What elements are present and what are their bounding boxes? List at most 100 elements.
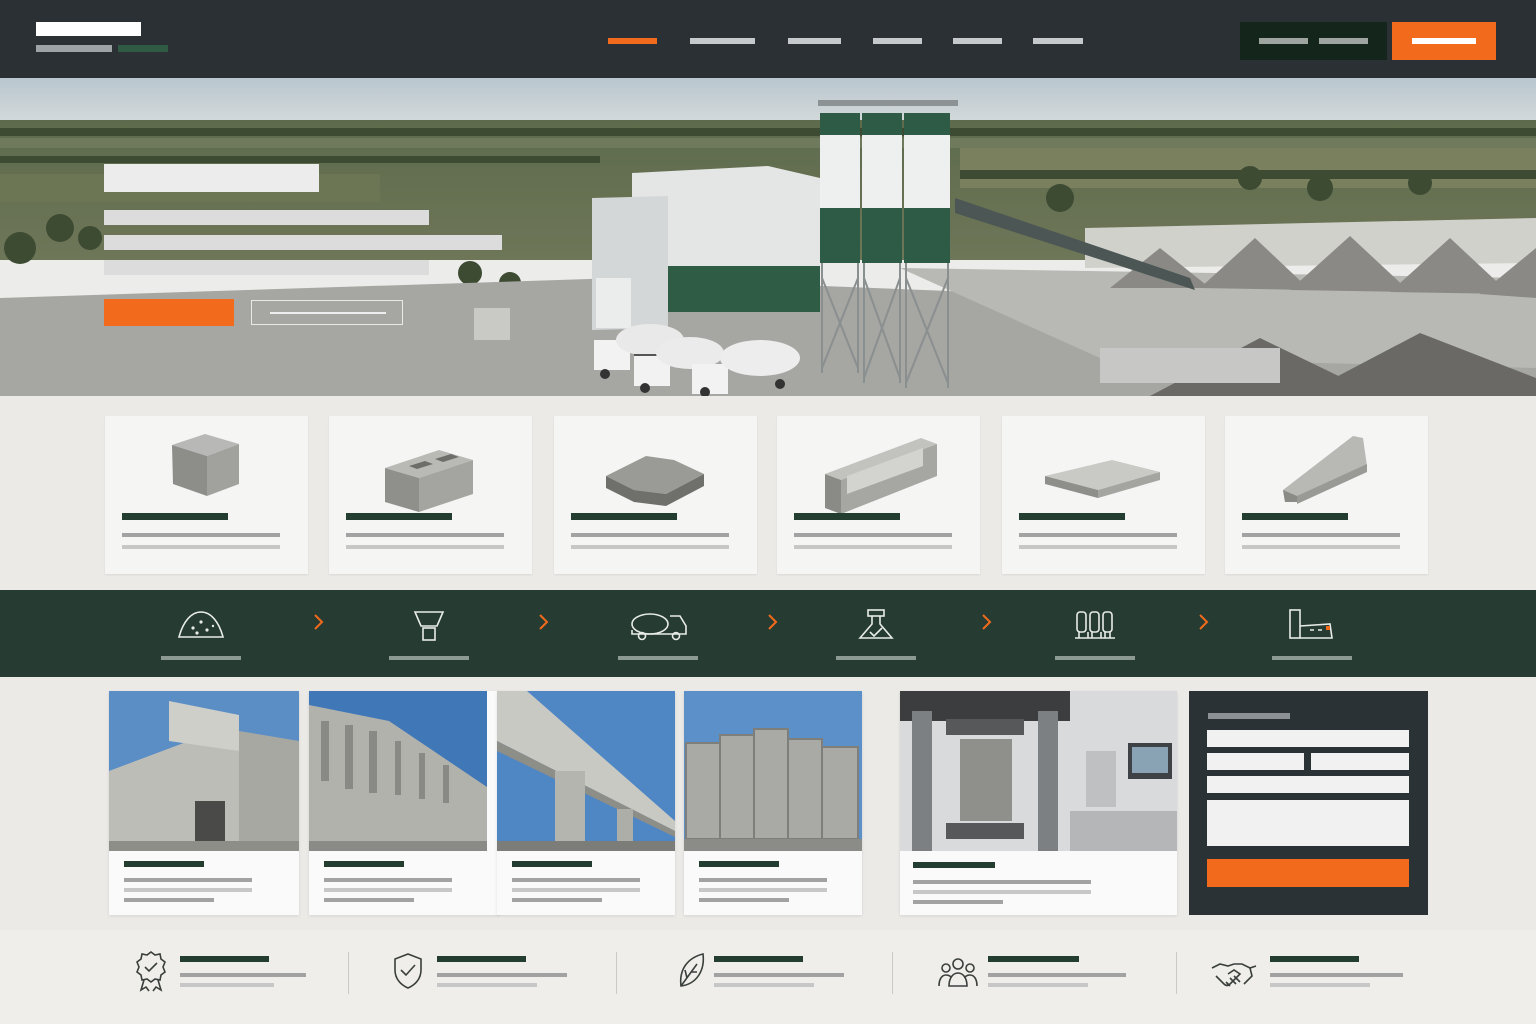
product-desc-2 xyxy=(571,545,729,549)
product-desc-1 xyxy=(1019,533,1177,537)
subject-field[interactable] xyxy=(1207,776,1409,793)
product-title xyxy=(122,513,228,520)
nav-item-6[interactable] xyxy=(1033,38,1083,44)
quote-button[interactable] xyxy=(1392,22,1496,60)
product-desc-1 xyxy=(1242,533,1400,537)
project-title xyxy=(512,861,592,867)
message-field[interactable] xyxy=(1207,800,1409,846)
project-desc-3 xyxy=(124,898,214,902)
product-title xyxy=(1019,513,1125,520)
concrete-building-photo xyxy=(109,691,299,851)
product-desc-1 xyxy=(122,533,280,537)
chevron-right-icon xyxy=(539,614,549,630)
project-desc-2 xyxy=(512,888,640,892)
lab-desc-1 xyxy=(913,880,1091,884)
plant-icon xyxy=(1289,609,1333,639)
process-step xyxy=(161,600,241,670)
product-card[interactable] xyxy=(105,416,308,574)
feature-desc-2 xyxy=(714,983,814,987)
phone-field[interactable] xyxy=(1207,753,1304,770)
hero-banner xyxy=(0,78,1536,396)
product-desc-1 xyxy=(346,533,504,537)
chevron-right-icon xyxy=(768,614,778,630)
u-channel-icon xyxy=(825,438,937,514)
feature-desc-1 xyxy=(714,973,844,977)
product-desc-2 xyxy=(346,545,504,549)
feature-title xyxy=(988,956,1079,962)
hero-secondary-button[interactable] xyxy=(251,300,403,325)
nav-item-1[interactable] xyxy=(608,38,657,44)
lab-desc-3 xyxy=(913,900,1003,904)
hollow-block-icon xyxy=(385,450,473,512)
logo-tagline xyxy=(36,45,112,52)
slab-icon xyxy=(1045,460,1160,498)
process-step-label xyxy=(836,656,916,660)
form-title xyxy=(1208,713,1290,719)
product-card[interactable] xyxy=(777,416,980,574)
process-step-label xyxy=(389,656,469,660)
project-desc-1 xyxy=(324,878,452,882)
process-step xyxy=(618,600,698,670)
project-title xyxy=(699,861,779,867)
divider xyxy=(348,952,349,994)
process-step xyxy=(836,600,916,670)
project-desc-2 xyxy=(124,888,252,892)
feature-desc-2 xyxy=(180,983,274,987)
product-card[interactable] xyxy=(554,416,757,574)
feature-title xyxy=(180,956,269,962)
submit-button[interactable] xyxy=(1207,859,1409,887)
feature-desc-1 xyxy=(1270,973,1403,977)
concrete-wall-panels-photo xyxy=(684,691,862,851)
project-card[interactable] xyxy=(109,691,299,915)
project-desc-3 xyxy=(324,898,414,902)
nav-item-4[interactable] xyxy=(873,38,922,44)
project-title xyxy=(324,861,404,867)
project-desc-1 xyxy=(512,878,640,882)
project-card[interactable] xyxy=(309,691,499,915)
project-card[interactable] xyxy=(684,691,862,915)
project-card[interactable] xyxy=(497,691,675,915)
feature-desc-2 xyxy=(988,983,1088,987)
process-step-label xyxy=(618,656,698,660)
process-step-label xyxy=(161,656,241,660)
concrete-cube-icon xyxy=(172,434,239,496)
compression-test-photo xyxy=(900,691,1177,851)
chevron-right-icon xyxy=(1199,614,1209,630)
hero-secondary-button-label xyxy=(270,312,386,314)
lab-testing-card[interactable] xyxy=(900,691,1177,915)
nav-item-3[interactable] xyxy=(788,38,841,44)
leaf-icon xyxy=(679,953,705,987)
product-desc-2 xyxy=(1019,545,1177,549)
chevron-right-icon xyxy=(982,614,992,630)
hero-headline xyxy=(104,164,319,192)
lab-title xyxy=(913,862,995,868)
product-card[interactable] xyxy=(1002,416,1205,574)
logo[interactable] xyxy=(34,20,170,56)
nav-item-2[interactable] xyxy=(690,38,755,44)
name-field[interactable] xyxy=(1207,730,1409,747)
mixer-truck-icon xyxy=(631,613,687,641)
product-title xyxy=(346,513,452,520)
hero-primary-button[interactable] xyxy=(104,299,234,326)
features-strip xyxy=(0,930,1536,1024)
feature-desc-2 xyxy=(1270,983,1370,987)
logo-tagline-accent xyxy=(118,45,168,52)
product-card[interactable] xyxy=(329,416,532,574)
product-desc-2 xyxy=(794,545,952,549)
product-desc-1 xyxy=(571,533,729,537)
hero-text-line-1 xyxy=(104,210,429,225)
paver-icon xyxy=(606,456,704,506)
quote-form xyxy=(1189,691,1428,915)
nav-item-5[interactable] xyxy=(953,38,1002,44)
process-step-label xyxy=(1272,656,1352,660)
chevron-right-icon xyxy=(314,614,324,630)
product-card[interactable] xyxy=(1225,416,1428,574)
product-desc-2 xyxy=(1242,545,1400,549)
email-field[interactable] xyxy=(1311,753,1409,770)
silos-icon xyxy=(1075,611,1115,639)
product-desc-1 xyxy=(794,533,952,537)
feature-desc-1 xyxy=(437,973,567,977)
phone-contact-button[interactable] xyxy=(1240,22,1387,60)
feature-title xyxy=(714,956,803,962)
concrete-facade-photo xyxy=(309,691,487,851)
